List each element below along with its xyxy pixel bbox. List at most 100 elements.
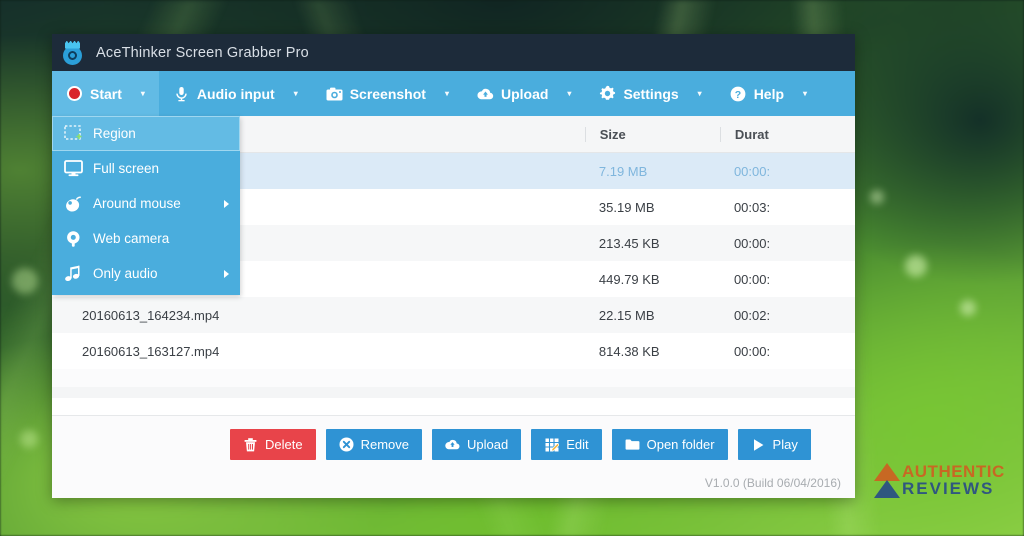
cell-file-duration: 00:02: <box>733 307 771 323</box>
wallpaper-bokeh-1 <box>905 255 927 277</box>
edit-button-label: Edit <box>566 437 589 452</box>
chevron-down-icon-screenshot[interactable]: ▾ <box>445 89 449 98</box>
mouse-icon <box>61 193 85 215</box>
upload-button[interactable]: Upload <box>432 429 522 460</box>
cell-file-duration: 00:00: <box>733 235 771 251</box>
play-icon <box>751 437 766 452</box>
edit-grid-icon <box>544 437 559 452</box>
upload-button-label: Upload <box>467 437 509 452</box>
folder-icon <box>625 437 640 452</box>
question-circle-icon: ? <box>730 85 747 102</box>
cloud-upload-icon <box>445 437 460 452</box>
dropdown-label-region: Region <box>93 126 136 141</box>
menu-label-screenshot: Screenshot <box>349 85 426 102</box>
dropdown-item-full-screen[interactable]: Full screen <box>52 151 240 186</box>
watermark-line-2: REVIEWS <box>902 479 995 498</box>
column-header-size[interactable]: Size <box>584 126 720 142</box>
play-button[interactable]: Play <box>737 429 811 460</box>
authentic-reviews-watermark: AUTHENTIC REVIEWS <box>872 462 1022 510</box>
music-note-icon <box>61 263 85 285</box>
cell-file-name: 20160613_163127.mp4 <box>82 343 220 359</box>
watermark-triangle-bottom-icon <box>874 480 900 498</box>
submenu-arrow-icon-around-mouse[interactable] <box>224 199 229 208</box>
delete-button-label: Delete <box>265 437 303 452</box>
open-folder-button-label: Open folder <box>646 437 715 452</box>
open-folder-button[interactable]: Open folder <box>611 429 728 460</box>
cell-file-size: 814.38 KB <box>598 343 660 359</box>
window-body: Size Durat 7.19 MB 00:00: 35.19 MB 00:03… <box>52 116 855 498</box>
dropdown-label-web-camera: Web camera <box>93 231 170 246</box>
remove-button-label: Remove <box>360 437 409 452</box>
cell-file-size: 213.45 KB <box>598 235 660 251</box>
menu-label-settings: Settings <box>623 85 679 102</box>
edit-button[interactable]: Edit <box>531 429 602 460</box>
table-row[interactable]: 20160613_164234.mp4 22.15 MB 00:02: <box>52 297 855 333</box>
screenshot-canvas: AceThinker Screen Grabber Pro Start ▾ Au… <box>0 0 1024 536</box>
dropdown-item-around-mouse[interactable]: Around mouse <box>52 186 240 221</box>
cell-file-duration: 00:00: <box>733 163 771 179</box>
chevron-down-icon-start[interactable]: ▾ <box>141 89 145 98</box>
wallpaper-bokeh-5 <box>20 430 38 448</box>
menu-label-start: Start <box>90 85 122 102</box>
cell-file-duration: 00:00: <box>733 271 771 287</box>
play-button-label: Play <box>772 437 798 452</box>
cell-file-size: 22.15 MB <box>598 307 655 323</box>
cell-file-size: 449.79 KB <box>598 271 660 287</box>
wallpaper-bokeh-4 <box>870 190 884 204</box>
footer-toolbar: Delete Remove Upload Edit Open folder Pl… <box>52 415 855 498</box>
chevron-down-icon-audio-input[interactable]: ▾ <box>294 89 298 98</box>
svg-text:?: ? <box>735 88 741 100</box>
menu-item-screenshot[interactable]: Screenshot ▾ <box>312 71 463 116</box>
file-list-empty-space <box>52 369 855 387</box>
remove-button[interactable]: Remove <box>325 429 422 460</box>
menu-label-upload: Upload <box>500 85 549 102</box>
chevron-down-icon-upload[interactable]: ▾ <box>567 89 571 98</box>
dropdown-item-region[interactable]: Region <box>52 116 240 151</box>
app-window: AceThinker Screen Grabber Pro Start ▾ Au… <box>52 34 855 498</box>
cell-file-duration: 00:00: <box>733 343 771 359</box>
column-header-duration[interactable]: Durat <box>719 126 855 142</box>
chevron-down-icon-settings[interactable]: ▾ <box>698 89 702 98</box>
action-button-row: Delete Remove Upload Edit Open folder Pl… <box>52 416 855 460</box>
watermark-triangle-top-icon <box>874 463 900 481</box>
table-row[interactable]: 20160613_163127.mp4 814.38 KB 00:00: <box>52 333 855 369</box>
cell-file-size: 35.19 MB <box>598 199 655 215</box>
trash-icon <box>243 437 258 452</box>
menu-item-settings[interactable]: Settings ▾ <box>585 71 715 116</box>
cell-file-size: 7.19 MB <box>598 163 648 179</box>
cell-file-name: 20160613_164234.mp4 <box>82 307 220 323</box>
dropdown-label-only-audio: Only audio <box>93 266 158 281</box>
chevron-down-icon-help[interactable]: ▾ <box>803 89 807 98</box>
cell-file-duration: 00:03: <box>733 199 771 215</box>
dropdown-item-only-audio[interactable]: Only audio <box>52 256 240 291</box>
menu-label-audio-input: Audio input <box>196 85 275 102</box>
acethinker-logo-icon <box>60 40 86 66</box>
menu-item-upload[interactable]: Upload ▾ <box>463 71 585 116</box>
webcam-icon <box>61 228 85 250</box>
camera-icon <box>326 85 343 102</box>
region-select-icon <box>61 123 85 145</box>
submenu-arrow-icon-only-audio[interactable] <box>224 269 229 278</box>
title-bar: AceThinker Screen Grabber Pro <box>52 34 855 71</box>
x-circle-icon <box>339 437 354 452</box>
wallpaper-bokeh-3 <box>12 268 38 294</box>
microphone-icon <box>173 85 190 102</box>
menu-item-start[interactable]: Start ▾ <box>52 71 159 116</box>
wallpaper-bokeh-2 <box>960 300 976 316</box>
window-title: AceThinker Screen Grabber Pro <box>96 44 309 61</box>
gear-icon <box>599 85 616 102</box>
menu-item-help[interactable]: ? Help ▾ <box>716 71 821 116</box>
file-list-empty-space-2 <box>52 387 855 398</box>
dropdown-label-around-mouse: Around mouse <box>93 196 181 211</box>
menu-item-audio-input[interactable]: Audio input ▾ <box>159 71 312 116</box>
dropdown-label-full-screen: Full screen <box>93 161 160 176</box>
cloud-upload-icon <box>477 85 494 102</box>
dropdown-item-web-camera[interactable]: Web camera <box>52 221 240 256</box>
menu-label-help: Help <box>753 85 785 102</box>
main-menu-bar: Start ▾ Audio input ▾ Screenshot ▾ Uploa… <box>52 71 855 116</box>
version-label: V1.0.0 (Build 06/04/2016) <box>704 476 841 490</box>
record-dot-icon <box>66 85 83 102</box>
monitor-icon <box>61 158 85 180</box>
delete-button[interactable]: Delete <box>230 429 316 460</box>
start-dropdown-menu: Region Full screen Around mouse Web came… <box>52 116 240 295</box>
